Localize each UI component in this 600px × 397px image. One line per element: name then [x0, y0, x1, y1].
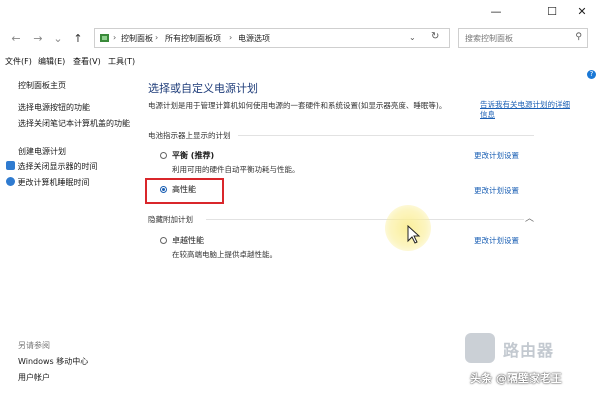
watermark-site: 路由器	[503, 341, 555, 360]
breadcrumb-item[interactable]: 所有控制面板项	[165, 33, 221, 44]
search-icon[interactable]: ⚲	[575, 32, 582, 42]
sidebar-item-display-off[interactable]: 选择关闭显示器的时间	[6, 161, 98, 172]
plan-high-performance-change-link[interactable]: 更改计划设置	[474, 185, 519, 196]
breadcrumb-separator: ›	[155, 33, 159, 42]
up-button[interactable]: ↑	[70, 30, 86, 46]
address-dropdown-icon[interactable]: ⌄	[409, 33, 416, 42]
menu-edit[interactable]: 编辑(E)	[38, 56, 65, 67]
plan-balanced-radio[interactable]	[160, 152, 167, 159]
breadcrumb-item[interactable]: 电源选项	[238, 33, 270, 44]
sidebar: 控制面板主页 选择电源按钮的功能 选择关闭笔记本计算机盖的功能 创建电源计划 选…	[0, 68, 138, 397]
search-input[interactable]: 搜索控制面板 ⚲	[458, 28, 588, 48]
breadcrumb-item[interactable]: 控制面板	[121, 33, 153, 44]
battery-section-heading: 电池指示器上显示的计划	[148, 131, 231, 140]
plan-balanced-desc: 利用可用的硬件自动平衡功耗与性能。	[172, 165, 300, 174]
minimize-icon: —	[490, 4, 502, 18]
plan-balanced-name[interactable]: 平衡 (推荐)	[172, 150, 214, 161]
menu-file[interactable]: 文件(F)	[5, 56, 32, 67]
chevron-down-icon: ⌄	[53, 31, 63, 45]
breadcrumb-separator: ›	[229, 33, 233, 42]
maximize-icon: ☐	[547, 4, 557, 18]
section-divider	[206, 219, 524, 220]
sidebar-item-user-accounts[interactable]: 用户帐户	[18, 372, 50, 383]
hidden-plans-toggle[interactable]: 隐藏附加计划	[148, 214, 193, 225]
back-button[interactable]: ←	[8, 30, 24, 46]
menu-view[interactable]: 查看(V)	[73, 56, 101, 67]
breadcrumb-separator: ›	[113, 33, 117, 42]
menu-tools[interactable]: 工具(T)	[108, 56, 135, 67]
plan-balanced-change-link[interactable]: 更改计划设置	[474, 150, 519, 161]
page-description: 电源计划是用于管理计算机如何使用电源的一套硬件和系统设置(如显示器亮度、睡眠等)…	[148, 101, 447, 110]
plan-ultimate-change-link[interactable]: 更改计划设置	[474, 235, 519, 246]
sidebar-home-link[interactable]: 控制面板主页	[18, 80, 66, 91]
sidebar-item-create-plan[interactable]: 创建电源计划	[18, 146, 66, 157]
back-arrow-icon: ←	[11, 31, 21, 45]
close-icon: ✕	[577, 4, 587, 18]
forward-arrow-icon: →	[33, 31, 43, 45]
search-placeholder: 搜索控制面板	[465, 34, 513, 43]
page-title: 选择或自定义电源计划	[148, 82, 258, 95]
forward-button[interactable]: →	[30, 30, 46, 46]
sleep-icon	[6, 177, 15, 186]
title-bar: — ☐ ✕	[0, 0, 600, 24]
minimize-button[interactable]: —	[476, 0, 516, 22]
address-bar[interactable]: › 控制面板 › 所有控制面板项 › 电源选项 ⌄ ↻	[94, 28, 450, 48]
watermark-logo-icon	[465, 333, 495, 363]
chevron-up-icon[interactable]: ︿	[525, 211, 534, 224]
menu-bar: 文件(F) 编辑(E) 查看(V) 工具(T)	[0, 54, 600, 68]
learn-more-link[interactable]: 告诉我有关电源计划的详细信息	[480, 100, 570, 120]
mouse-cursor-icon	[407, 225, 421, 244]
plan-ultimate-desc: 在较高端电脑上提供卓越性能。	[172, 250, 277, 259]
watermark-author: 头条 @隔壁家老王	[470, 372, 562, 385]
highlight-box	[145, 178, 224, 204]
sidebar-item-sleep-time[interactable]: 更改计算机睡眠时间	[6, 177, 90, 188]
navigation-bar: ← → ⌄ ↑ › 控制面板 › 所有控制面板项 › 电源选项 ⌄ ↻ 搜索控制…	[0, 24, 600, 52]
section-divider	[238, 135, 534, 136]
plan-ultimate-radio[interactable]	[160, 237, 167, 244]
close-button[interactable]: ✕	[562, 0, 600, 22]
refresh-icon[interactable]: ↻	[431, 31, 439, 42]
sidebar-item-mobility-center[interactable]: Windows 移动中心	[18, 356, 88, 367]
sidebar-item-power-button[interactable]: 选择电源按钮的功能	[18, 102, 90, 113]
up-arrow-icon: ↑	[73, 31, 83, 45]
see-also-heading: 另请参阅	[18, 341, 50, 350]
plan-ultimate-name[interactable]: 卓越性能	[172, 235, 204, 246]
display-icon	[6, 161, 15, 170]
control-panel-icon	[100, 34, 109, 42]
sidebar-item-lid-close[interactable]: 选择关闭笔记本计算机盖的功能	[18, 118, 130, 129]
recent-locations-button[interactable]: ⌄	[50, 30, 66, 46]
